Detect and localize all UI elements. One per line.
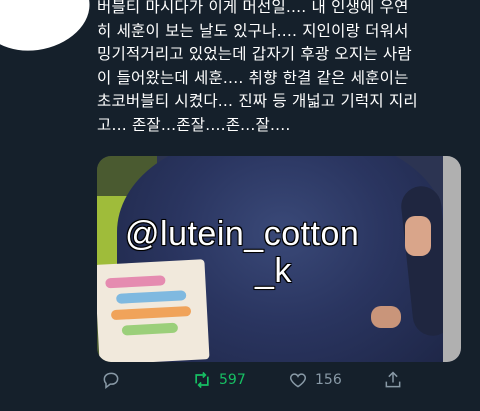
retweet-button[interactable]: 597	[191, 370, 246, 390]
heart-icon	[289, 373, 307, 388]
share-icon	[385, 371, 401, 388]
photo-hand	[405, 216, 431, 256]
reply-button[interactable]	[101, 370, 121, 390]
photo-hand	[371, 306, 401, 328]
retweet-icon	[195, 371, 209, 389]
photo-watermark: @lutein_cotton _k	[125, 215, 359, 291]
watermark-line: @lutein_cotton	[125, 215, 360, 253]
tweet-line: 히 세훈이 보는 날도 있구나.... 지인이랑 더워서	[97, 21, 409, 40]
retweet-count: 597	[219, 372, 246, 388]
tweet-actions: 597 156	[97, 370, 467, 394]
tweet-line: 이 들어왔는데 세훈.... 취향 한결 같은 세훈이는	[97, 68, 409, 87]
reply-icon	[103, 372, 119, 390]
tweet-line: 밍기적거리고 있었는데 갑자기 후광 오지는 사람	[97, 45, 412, 64]
tweet-line: 초코버블티 시켰다... 진짜 등 개넓고 기럭지 지리	[97, 92, 418, 111]
tweet-text: 버블티 마시다가 이게 머선일.... 내 인생에 우연 히 세훈이 보는 날도…	[97, 0, 477, 138]
avatar[interactable]	[0, 0, 96, 58]
like-button[interactable]: 156	[287, 370, 342, 390]
photo-edge	[443, 156, 461, 362]
tweet-line: 고... 존잘...존잘....존...잘....	[97, 115, 291, 134]
like-count: 156	[315, 372, 342, 388]
tweet-line: 버블티 마시다가 이게 머선일.... 내 인생에 우연	[97, 0, 409, 16]
share-button[interactable]	[383, 370, 403, 390]
watermark-line: _k	[255, 252, 292, 290]
